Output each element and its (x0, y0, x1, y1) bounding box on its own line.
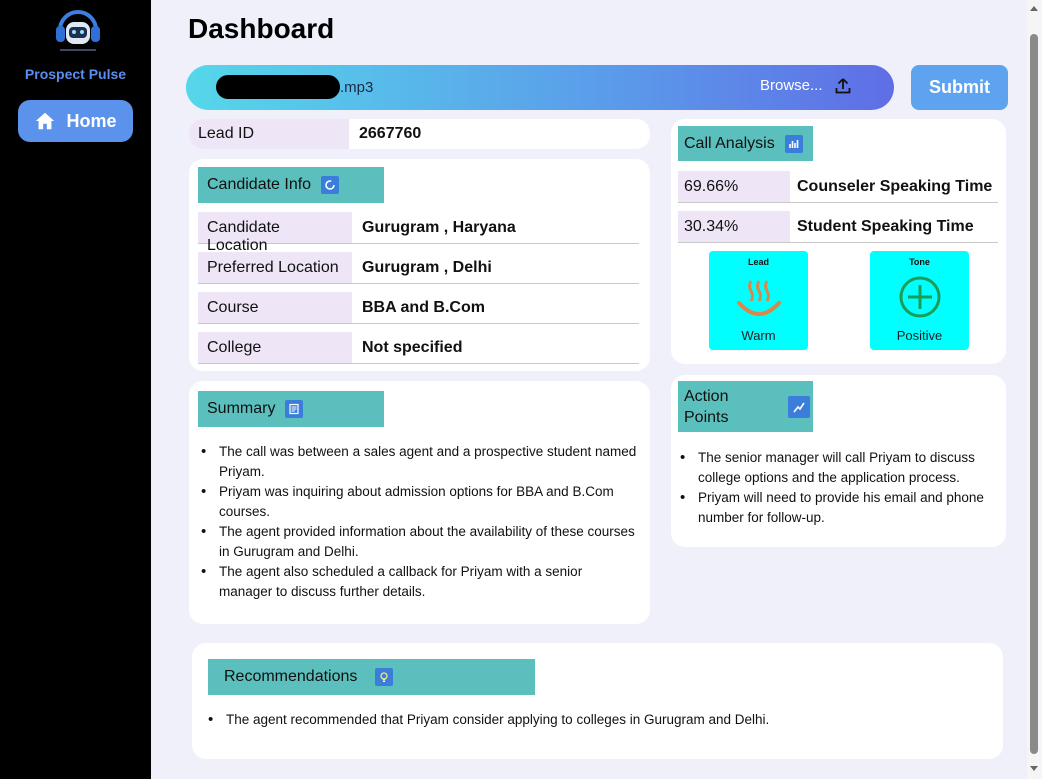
call-analysis-card: Call Analysis 69.66% Counseler Speaking … (671, 119, 1006, 364)
file-extension: .mp3 (340, 79, 374, 96)
vertical-scrollbar[interactable] (1027, 0, 1042, 779)
plus-circle-icon (899, 276, 941, 318)
sidebar: Prospect Pulse Home (0, 0, 151, 779)
speaking-pct: 30.34% (678, 211, 790, 242)
notes-icon (285, 400, 304, 418)
list-item: The call was between a sales agent and a… (199, 442, 639, 482)
summary-header: Summary (198, 391, 384, 427)
speaking-time-row: 69.66% Counseler Speaking Time (678, 171, 998, 203)
candidate-row-label: Candidate Location (198, 212, 352, 254)
candidate-row-value: BBA and B.Com (362, 299, 485, 316)
action-points-title-line2: Points (684, 408, 729, 426)
candidate-info-title: Candidate Info (207, 176, 312, 193)
tone-tile-title: Tone (909, 257, 930, 267)
lead-tile-value: Warm (741, 328, 776, 343)
refresh-icon[interactable] (321, 176, 340, 194)
speaking-time-row: 30.34% Student Speaking Time (678, 211, 998, 243)
recommendations-title: Recommendations (224, 668, 358, 685)
tone-tile-value: Positive (896, 328, 943, 343)
trend-chart-icon (788, 395, 810, 418)
lightbulb-icon (375, 668, 394, 686)
file-upload-bar[interactable]: .mp3 Browse... (186, 65, 894, 110)
candidate-row-value: Gurugram , Delhi (362, 259, 492, 276)
scroll-up-arrow-icon[interactable] (1030, 6, 1038, 11)
brand-name: Prospect Pulse (24, 66, 127, 82)
home-icon (36, 112, 55, 130)
scrollbar-thumb[interactable] (1030, 34, 1038, 754)
browse-label: Browse... (760, 77, 823, 94)
recommendations-header: Recommendations (208, 659, 535, 695)
speaking-label: Student Speaking Time (797, 218, 974, 235)
candidate-row: Course BBA and B.Com (198, 292, 639, 324)
summary-list: The call was between a sales agent and a… (199, 442, 639, 602)
lead-tile: Lead Warm (709, 251, 808, 350)
action-points-list: The senior manager will call Priyam to d… (678, 448, 998, 528)
bar-chart-icon (784, 134, 803, 153)
call-analysis-header: Call Analysis (678, 126, 813, 161)
action-points-title: Action Points (684, 386, 728, 428)
home-nav-label: Home (66, 110, 117, 131)
speaking-label: Counseler Speaking Time (797, 178, 993, 195)
warm-cup-icon (737, 280, 781, 316)
tone-tile: Tone Positive (870, 251, 969, 350)
candidate-info-card: Candidate Info Candidate Location Gurugr… (189, 159, 650, 371)
summary-title: Summary (207, 400, 276, 417)
robot-logo-icon (56, 10, 100, 51)
candidate-row: College Not specified (198, 332, 639, 364)
lead-id-card: Lead ID 2667760 (189, 119, 650, 149)
candidate-row-label: College (198, 332, 352, 363)
candidate-row-value: Not specified (362, 339, 463, 356)
list-item: Priyam was inquiring about admission opt… (199, 482, 639, 522)
lead-id-label: Lead ID (189, 119, 349, 149)
lead-tile-title: Lead (747, 257, 769, 267)
summary-card: Summary The call was between a sales age… (189, 381, 650, 624)
action-points-header: Action Points (678, 381, 813, 432)
upload-icon (835, 77, 850, 93)
page-title: Dashboard (188, 13, 335, 44)
candidate-row: Candidate Location Gurugram , Haryana (198, 212, 639, 254)
scroll-down-arrow-icon[interactable] (1030, 766, 1038, 771)
speaking-pct: 69.66% (678, 171, 790, 202)
recommendations-card: Recommendations The agent recommended th… (192, 643, 1003, 759)
list-item: The agent recommended that Priyam consid… (206, 710, 986, 730)
candidate-row-value: Gurugram , Haryana (362, 219, 516, 236)
submit-button[interactable]: Submit (911, 65, 1008, 110)
recommendations-list: The agent recommended that Priyam consid… (206, 710, 986, 730)
redacted-filename (216, 75, 340, 99)
list-item: Priyam will need to provide his email an… (678, 488, 998, 528)
candidate-info-header: Candidate Info (198, 167, 384, 203)
candidate-row-label: Course (198, 292, 352, 323)
browse-button[interactable]: Browse... (760, 77, 851, 94)
candidate-row: Preferred Location Gurugram , Delhi (198, 252, 639, 284)
main-content: Dashboard .mp3 Browse... Submit Lead ID … (151, 0, 1027, 779)
list-item: The agent also scheduled a callback for … (199, 562, 639, 602)
action-points-card: Action Points The senior manager will ca… (671, 375, 1006, 547)
call-analysis-title: Call Analysis (684, 134, 775, 152)
list-item: The agent provided information about the… (199, 522, 639, 562)
action-points-title-line1: Action (684, 387, 729, 405)
list-item: The senior manager will call Priyam to d… (678, 448, 998, 488)
candidate-row-label: Preferred Location (198, 252, 352, 283)
home-nav-button[interactable]: Home (18, 100, 133, 142)
lead-id-value: 2667760 (359, 125, 422, 142)
